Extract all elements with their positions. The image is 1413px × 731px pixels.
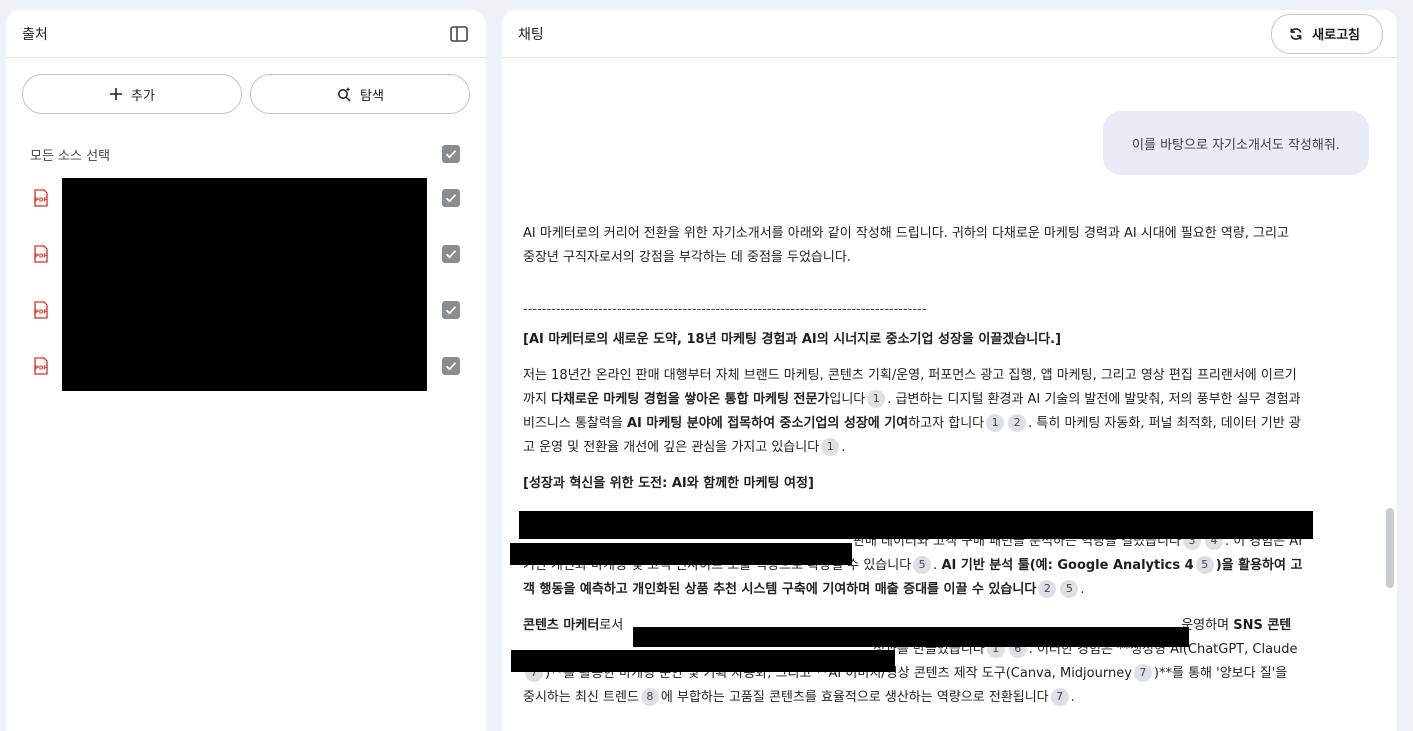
user-message-bubble: 이를 바탕으로 자기소개서도 작성해줘. (1103, 111, 1369, 175)
add-source-button[interactable]: 추가 (22, 74, 242, 114)
citation-chip[interactable]: 1 (986, 414, 1005, 432)
text-span: 입니다 (829, 392, 866, 407)
chat-panel: 채팅 새로고침 이를 바탕으로 자기소개서도 작성해줘. AI 마케터로의 커리… (502, 10, 1397, 731)
redaction-bar (633, 627, 1189, 647)
bold-span: AI 기반 분석 툴(예: Google Analytics 4 (941, 558, 1194, 573)
citation-chip[interactable]: 2 (1008, 414, 1027, 432)
select-all-label: 모든 소스 선택 (30, 148, 111, 164)
bold-span: AI 마케팅 분야에 접목하여 중소기업의 성장에 기여 (626, 416, 909, 431)
citation-chip[interactable]: 5 (913, 556, 932, 574)
text-span: . (1070, 690, 1075, 705)
svg-text:PDF: PDF (35, 254, 48, 260)
citation-chip[interactable]: 8 (640, 688, 659, 706)
refresh-button[interactable]: 새로고침 (1271, 13, 1383, 54)
citation-chip[interactable]: 1 (821, 438, 840, 456)
assistant-answer: AI 마케터로의 커리어 전환을 위한 자기소개서를 아래와 같이 작성해 드립… (523, 222, 1303, 722)
citation-chip[interactable]: 7 (1050, 688, 1069, 706)
source-checkbox[interactable] (442, 357, 460, 375)
bold-span: 다채로운 마케팅 경험을 쌓아온 통합 마케팅 전문가 (551, 392, 830, 407)
svg-text:PDF: PDF (35, 198, 48, 204)
answer-paragraph-2: 판매 데이터와 고객 구매 패턴을 분석하는 역량을 길렀습니다 3 4. 이 경험… (523, 530, 1303, 602)
redaction-bar (519, 511, 1313, 539)
answer-divider: ----------------------------------------… (523, 302, 927, 317)
add-label: 추가 (131, 88, 155, 104)
pdf-icon: PDF (30, 355, 52, 377)
citation-chip[interactable]: 5 (1060, 580, 1079, 598)
text-span: 운영하며 (1181, 618, 1234, 633)
bold-span: 콘텐츠 마케터 (523, 618, 600, 633)
svg-text:PDF: PDF (35, 366, 48, 372)
plus-icon (109, 87, 123, 101)
citation-chip[interactable]: 1 (867, 390, 886, 408)
explore-button[interactable]: 탐색 (250, 74, 470, 114)
pdf-icon: PDF (30, 299, 52, 321)
explore-label: 탐색 (360, 88, 384, 104)
select-all-checkbox[interactable] (442, 145, 460, 163)
source-checkbox[interactable] (442, 301, 460, 319)
pdf-icon: PDF (30, 243, 52, 265)
text-span: 하고자 합니다 (908, 416, 985, 431)
redaction-bar (510, 543, 852, 565)
citation-chip[interactable]: 5 (1195, 556, 1214, 574)
source-checkbox[interactable] (442, 245, 460, 263)
redaction-bar (511, 650, 895, 672)
answer-heading-1: [AI 마케터로의 새로운 도약, 18년 마케팅 경험과 AI의 시너지로 중… (523, 332, 1062, 347)
refresh-label: 새로고침 (1312, 28, 1360, 43)
chat-scrollbar[interactable] (1386, 508, 1394, 588)
sidebar-toggle-icon[interactable] (448, 23, 470, 45)
sources-header: 출처 (6, 10, 486, 58)
refresh-icon (1288, 26, 1304, 42)
text-span: . (841, 440, 846, 455)
chat-header: 채팅 새로고침 (502, 10, 1397, 58)
source-checkbox[interactable] (442, 189, 460, 207)
answer-intro: AI 마케터로의 커리어 전환을 위한 자기소개서를 아래와 같이 작성해 드립… (523, 226, 1289, 265)
chat-title: 채팅 (518, 26, 544, 43)
answer-heading-2: [성장과 혁신을 위한 도전: AI와 함께한 마케팅 여정] (523, 476, 814, 491)
select-all-row: 모든 소스 선택 (6, 138, 486, 170)
sources-title: 출처 (22, 26, 48, 43)
citation-chip[interactable]: 2 (1038, 580, 1057, 598)
bold-span: SNS 콘텐 (1233, 618, 1292, 633)
pdf-icon: PDF (30, 187, 52, 209)
user-message-text: 이를 바탕으로 자기소개서도 작성해줘. (1132, 137, 1340, 153)
answer-paragraph-1: 저는 18년간 온라인 판매 대행부터 자체 브랜드 마케팅, 콘텐츠 기획/운… (523, 364, 1303, 460)
citation-chip[interactable]: 7 (1133, 664, 1152, 682)
text-span: 로서 (599, 618, 624, 633)
text-span: . (1080, 582, 1085, 597)
redacted-source-names (62, 178, 427, 391)
sparkle-search-icon (336, 86, 352, 102)
svg-text:PDF: PDF (35, 310, 48, 316)
text-span: 에 부합하는 고품질 콘텐츠를 효율적으로 생산하는 역량으로 전환됩니다 (660, 690, 1049, 705)
sources-panel: 출처 추가 탐색 모든 소스 선택 PDF PDF PDF PDF (6, 10, 486, 731)
